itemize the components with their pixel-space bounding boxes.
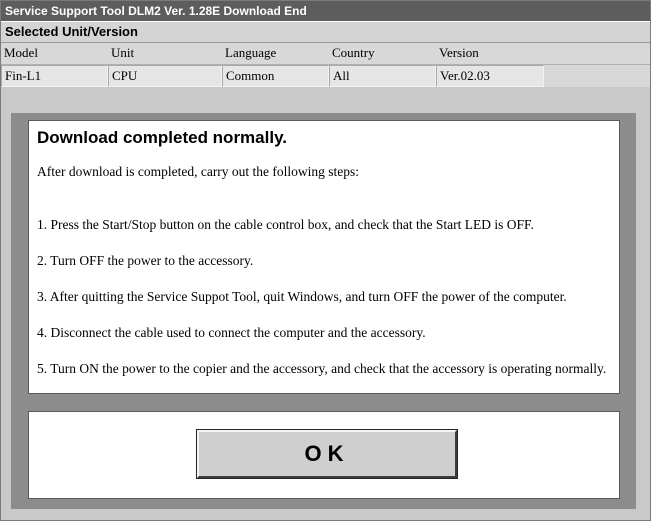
ok-button[interactable]: OK <box>196 429 458 479</box>
grid-value-filler <box>544 65 650 87</box>
window-title: Service Support Tool DLM2 Ver. 1.28E Dow… <box>1 1 650 21</box>
column-country-header: Country <box>329 43 436 65</box>
download-end-window: Service Support Tool DLM2 Ver. 1.28E Dow… <box>0 0 651 521</box>
step-1: 1. Press the Start/Stop button on the ca… <box>37 217 534 232</box>
button-area: OK <box>28 411 620 499</box>
grid-value-row: Fin-L1 CPU Common All Ver.02.03 <box>1 65 650 87</box>
column-model-header: Model <box>1 43 108 65</box>
step-4: 4. Disconnect the cable used to connect … <box>37 325 426 340</box>
message-intro: After download is completed, carry out t… <box>37 164 360 179</box>
unit-value: CPU <box>108 65 222 87</box>
selected-unit-header: Selected Unit/Version <box>1 21 650 43</box>
message-title: Download completed normally. <box>37 128 287 147</box>
column-unit-header: Unit <box>108 43 222 65</box>
message-box: Download completed normally. After downl… <box>28 120 620 394</box>
step-2: 2. Turn OFF the power to the accessory. <box>37 253 254 268</box>
step-5: 5. Turn ON the power to the copier and t… <box>37 361 607 376</box>
country-value: All <box>329 65 436 87</box>
model-value: Fin-L1 <box>1 65 108 87</box>
language-value: Common <box>222 65 329 87</box>
step-3: 3. After quitting the Service Suppot Too… <box>37 289 567 304</box>
message-panel: Download completed normally. After downl… <box>11 113 636 509</box>
grid-header-row: Model Unit Language Country Version <box>1 43 650 65</box>
column-version-header: Version <box>436 43 544 65</box>
grid-header-filler <box>544 43 650 65</box>
column-language-header: Language <box>222 43 329 65</box>
version-value: Ver.02.03 <box>436 65 544 87</box>
selected-unit-grid: Model Unit Language Country Version Fin-… <box>1 43 650 87</box>
